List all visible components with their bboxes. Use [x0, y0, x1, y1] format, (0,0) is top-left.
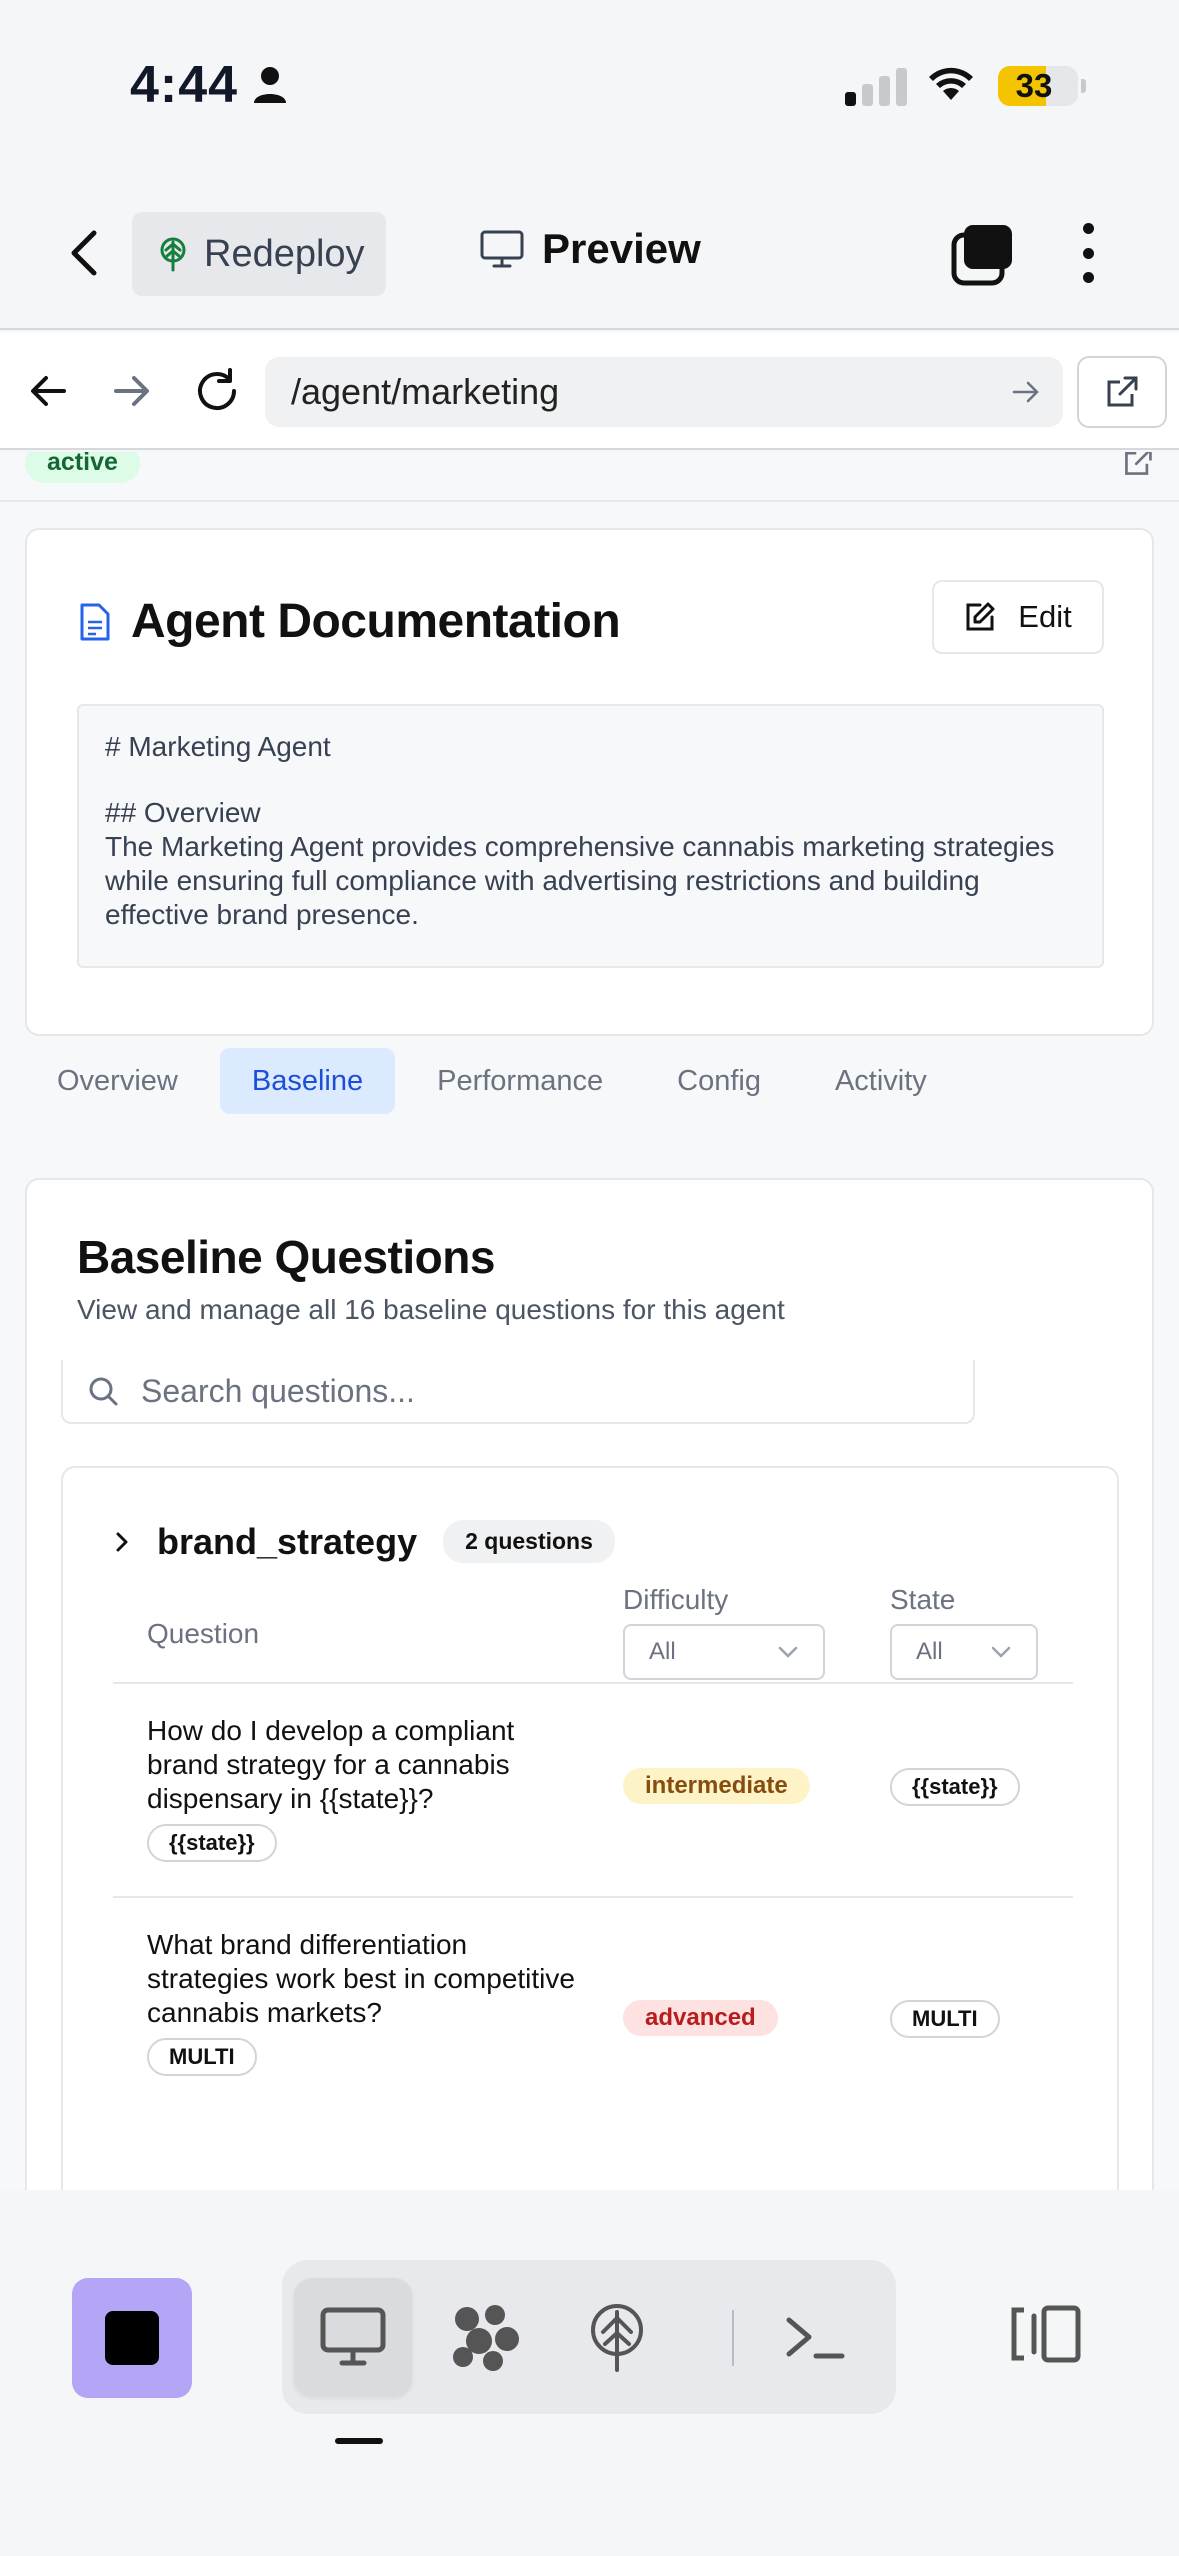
person-icon	[254, 67, 287, 103]
doc-paragraph: The Marketing Agent provides comprehensi…	[105, 831, 1055, 930]
arrow-left-icon[interactable]	[28, 366, 68, 416]
doc-subheading: ## Overview	[105, 797, 261, 828]
agent-tabs: Overview Baseline Performance Config Act…	[25, 1048, 969, 1114]
deploy-tree-icon	[591, 2304, 643, 2372]
question-text: What brand differentiation strategies wo…	[147, 1929, 575, 2028]
question-text: How do I develop a compliant brand strat…	[147, 1715, 515, 1814]
tab-config[interactable]: Config	[645, 1048, 793, 1114]
panel-toggle-icon[interactable]	[1008, 2302, 1084, 2366]
difficulty-badge: intermediate	[623, 1768, 810, 1804]
preview-label: Preview	[542, 225, 701, 272]
search-input[interactable]: Search questions...	[61, 1360, 975, 1424]
monitor-icon	[320, 2307, 386, 2366]
open-external-button[interactable]	[1077, 356, 1167, 428]
preview-button[interactable]: Preview	[480, 225, 701, 273]
table-row[interactable]: What brand differentiation strategies wo…	[147, 1928, 577, 2076]
wifi-icon	[929, 67, 973, 100]
column-header-difficulty: Difficulty	[623, 1584, 729, 1615]
group-name: brand_strategy	[157, 1520, 418, 1562]
terminal-tool-button[interactable]	[756, 2278, 874, 2396]
layers-icon[interactable]	[950, 223, 1014, 287]
clock-text: 4:44	[130, 56, 239, 114]
column-header-question: Question	[147, 1618, 260, 1649]
document-icon	[80, 603, 110, 640]
signal-icon	[845, 68, 907, 106]
edit-label: Edit	[1018, 599, 1072, 634]
difficulty-filter-value: All	[649, 1638, 676, 1665]
baseline-title: Baseline Questions	[77, 1231, 495, 1283]
chevron-right-icon[interactable]	[113, 1529, 131, 1555]
baseline-subtitle: View and manage all 16 baseline question…	[77, 1294, 785, 1325]
external-link-icon	[1107, 376, 1138, 407]
go-arrow-icon[interactable]	[1011, 377, 1041, 407]
question-tag: {{state}}	[147, 1824, 277, 1862]
documentation-header: Agent Documentation	[79, 594, 621, 649]
tab-baseline[interactable]: Baseline	[219, 1048, 396, 1114]
state-filter-value: All	[916, 1638, 943, 1665]
difficulty-filter-select[interactable]: All	[623, 1624, 825, 1680]
back-chevron-icon[interactable]	[60, 225, 110, 281]
page-content: active Agent Documentation Edit # Market…	[0, 452, 1179, 2190]
more-vertical-icon[interactable]	[1080, 223, 1096, 283]
difficulty-badge: advanced	[623, 2000, 778, 2036]
status-time: 4:44	[130, 55, 288, 115]
column-header-state: State	[890, 1584, 956, 1615]
edit-button[interactable]: Edit	[932, 580, 1104, 654]
group-header[interactable]: brand_strategy 2 questions	[113, 1520, 615, 1563]
tab-performance[interactable]: Performance	[405, 1048, 635, 1114]
agents-icon	[453, 2305, 519, 2371]
edit-icon	[966, 602, 995, 631]
stop-button[interactable]	[72, 2278, 192, 2398]
browser-bar: /agent/marketing	[0, 332, 1179, 450]
state-badge: MULTI	[890, 2000, 1000, 2038]
stop-icon	[105, 2311, 159, 2365]
chevron-down-icon	[991, 1646, 1011, 1658]
battery-indicator: 33	[998, 66, 1086, 106]
tab-overview[interactable]: Overview	[25, 1048, 210, 1114]
terminal-icon	[786, 2317, 845, 2359]
tool-switcher	[282, 2260, 896, 2414]
documentation-content: # Marketing Agent ## Overview The Market…	[77, 704, 1104, 968]
app-header: Redeploy Preview	[0, 175, 1179, 330]
reload-icon[interactable]	[192, 366, 242, 416]
state-badge: {{state}}	[890, 1768, 1020, 1806]
selected-indicator	[335, 2438, 383, 2444]
status-badge: active	[25, 452, 140, 483]
status-bar: 4:44 33	[0, 0, 1179, 175]
tab-activity[interactable]: Activity	[803, 1048, 959, 1114]
doc-heading: # Marketing Agent	[105, 731, 331, 762]
question-count-badge: 2 questions	[443, 1520, 615, 1563]
baseline-questions-card: Baseline Questions View and manage all 1…	[25, 1178, 1154, 2190]
url-field[interactable]: /agent/marketing	[265, 357, 1063, 427]
question-group: brand_strategy 2 questions Question Diff…	[61, 1466, 1119, 2190]
monitor-icon	[480, 230, 524, 268]
state-filter-select[interactable]: All	[890, 1624, 1038, 1680]
preview-tool-button[interactable]	[294, 2278, 412, 2396]
redeploy-label: Redeploy	[204, 232, 365, 275]
table-row[interactable]: How do I develop a compliant brand strat…	[147, 1714, 577, 1862]
documentation-title: Agent Documentation	[131, 595, 621, 648]
redeploy-button[interactable]: Redeploy	[132, 212, 386, 296]
bottom-toolbar	[0, 2190, 1179, 2556]
chevron-down-icon	[778, 1646, 798, 1658]
documentation-card: Agent Documentation Edit # Marketing Age…	[25, 528, 1154, 1036]
deploy-tree-icon	[160, 237, 186, 272]
url-text: /agent/marketing	[291, 371, 560, 412]
external-link-icon[interactable]	[1122, 452, 1154, 478]
agents-tool-button[interactable]	[426, 2278, 544, 2396]
deploy-tool-button[interactable]	[558, 2278, 676, 2396]
arrow-right-icon[interactable]	[112, 366, 152, 416]
search-placeholder: Search questions...	[141, 1372, 415, 1409]
search-icon	[89, 1377, 118, 1406]
question-tag: MULTI	[147, 2038, 257, 2076]
battery-level: 33	[1015, 67, 1053, 104]
